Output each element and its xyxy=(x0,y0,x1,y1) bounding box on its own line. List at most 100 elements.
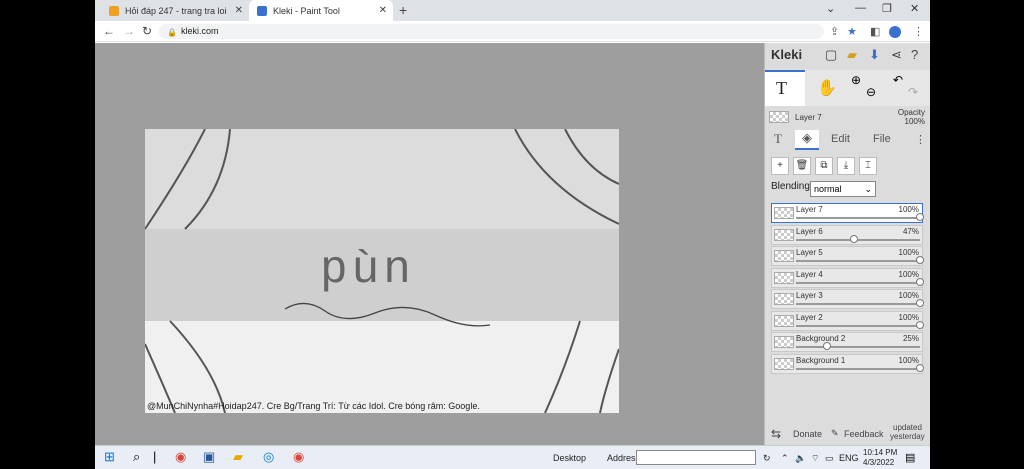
clock-date[interactable]: 4/3/2022 xyxy=(863,458,894,467)
bookmark-star-icon[interactable]: ★ xyxy=(847,25,857,38)
layer-row[interactable]: Background 2 25% xyxy=(771,332,923,352)
text-tool-button[interactable]: T xyxy=(765,70,805,106)
opacity-slider-knob[interactable] xyxy=(823,342,831,350)
tool-row: T ✋ ⊕ ⊖ ↶ ↷ xyxy=(765,70,930,106)
task-view-icon[interactable]: | xyxy=(153,449,156,464)
battery-icon[interactable]: ▭ xyxy=(825,453,834,464)
search-icon[interactable]: ⌕ xyxy=(133,449,140,465)
artboard[interactable]: pùn @MunChiNynha#Hoidap247. Cre Bg/Trang… xyxy=(145,129,619,413)
volume-icon[interactable]: 🔈 xyxy=(795,453,806,464)
clock-time[interactable]: 10:14 PM xyxy=(863,448,897,457)
forward-icon[interactable]: → xyxy=(123,24,135,38)
desktop-toolbar[interactable]: Desktop xyxy=(553,453,586,463)
hoidap-favicon-icon xyxy=(109,5,119,16)
layer-row[interactable]: Layer 6 47% xyxy=(771,224,923,245)
opacity-slider-knob[interactable] xyxy=(916,363,924,372)
hand-tool-icon[interactable]: ✋ xyxy=(817,78,837,98)
open-folder-icon[interactable]: ▰ xyxy=(847,47,857,63)
opacity-slider-knob[interactable] xyxy=(916,299,924,307)
layer-opacity-slider[interactable] xyxy=(796,260,920,262)
tab-title: Kleki - Paint Tool xyxy=(273,5,340,16)
layers-tab-icon[interactable]: ◈ xyxy=(795,130,819,150)
credit-text: @MunChiNynha#Hoidap247. Cre Bg/Trang Trí… xyxy=(147,401,480,411)
layer-opacity-slider[interactable] xyxy=(796,303,920,305)
chevron-up-icon[interactable]: ⌃ xyxy=(781,453,789,464)
opacity-slider-knob[interactable] xyxy=(916,320,924,329)
layer-opacity-slider[interactable] xyxy=(796,367,920,370)
tab-file[interactable]: File xyxy=(873,133,891,145)
windows-start-icon[interactable]: ⊞ xyxy=(104,449,115,465)
chevron-down-icon[interactable]: ⌄ xyxy=(826,2,835,15)
layer-name: Background 1 xyxy=(796,355,846,365)
current-layer-row: Layer 7 Opacity 100% xyxy=(765,107,930,127)
store-icon[interactable]: ▣ xyxy=(203,449,215,465)
layer-opacity-slider[interactable] xyxy=(796,217,920,219)
tab-kleki[interactable]: Kleki - Paint Tool ✕ xyxy=(249,0,393,21)
network-icon[interactable]: ⌔ xyxy=(811,453,819,464)
notifications-icon[interactable]: ▤ xyxy=(905,451,915,464)
add-layer-icon[interactable]: + xyxy=(771,157,789,175)
layer-opacity: 100% xyxy=(898,205,919,214)
close-tab-icon[interactable]: ✕ xyxy=(235,5,243,16)
new-tab-icon[interactable]: + xyxy=(399,2,407,18)
layer-opacity-slider[interactable] xyxy=(796,346,920,348)
opacity-slider-knob[interactable] xyxy=(850,234,859,243)
tab-edit[interactable]: Edit xyxy=(831,133,850,145)
tab-brush-text-icon[interactable]: T xyxy=(774,131,782,147)
url-field[interactable]: 🔒 kleki.com xyxy=(159,24,824,39)
share-icon[interactable]: ⇪ xyxy=(830,25,839,38)
duplicate-layer-icon[interactable]: ⧉ xyxy=(815,157,833,175)
chrome-active-icon[interactable]: ◉ xyxy=(293,449,304,465)
blending-select[interactable]: normal ⌄ xyxy=(810,181,876,197)
layer-row[interactable]: Layer 2 100% xyxy=(771,310,924,331)
layer-thumbnail xyxy=(774,228,794,241)
share-icon[interactable]: ⋖ xyxy=(891,47,902,63)
opacity-slider-knob[interactable] xyxy=(916,256,924,264)
layer-opacity: 100% xyxy=(898,269,919,279)
zoom-out-icon[interactable]: ⊖ xyxy=(866,85,876,99)
blending-value: normal xyxy=(814,184,842,194)
more-icon[interactable]: ⋮ xyxy=(915,133,926,146)
zoom-in-icon[interactable]: ⊕ xyxy=(851,73,861,87)
merge-layer-icon[interactable]: ⤓ xyxy=(837,157,855,175)
layer-row[interactable]: Layer 7 100% xyxy=(771,203,924,223)
donate-link[interactable]: Donate xyxy=(793,429,822,439)
chrome-icon[interactable]: ◉ xyxy=(175,449,186,465)
layer-row[interactable]: Layer 3 100% xyxy=(771,289,924,309)
layer-opacity-slider[interactable] xyxy=(796,281,920,284)
minimize-icon[interactable]: — xyxy=(855,2,866,14)
kleki-logo: Kleki xyxy=(771,47,803,62)
profile-avatar[interactable] xyxy=(889,26,901,38)
rename-layer-icon[interactable]: ⌶ xyxy=(859,157,877,175)
go-icon[interactable]: ↻ xyxy=(763,453,771,464)
language-indicator[interactable]: ENG xyxy=(839,453,859,463)
close-window-icon[interactable]: ✕ xyxy=(910,2,919,15)
layer-row[interactable]: Layer 5 100% xyxy=(771,246,924,266)
layer-row[interactable]: Background 1 100% xyxy=(771,353,924,374)
reload-icon[interactable]: ↻ xyxy=(142,24,152,38)
close-tab-icon[interactable]: ✕ xyxy=(379,5,387,16)
sidebar-icon[interactable]: ◧ xyxy=(870,25,880,38)
file-explorer-icon[interactable]: ▰ xyxy=(233,449,243,465)
updated-label: updated xyxy=(893,423,922,432)
redo-icon[interactable]: ↷ xyxy=(908,85,918,99)
canvas-area[interactable]: pùn @MunChiNynha#Hoidap247. Cre Bg/Trang… xyxy=(95,43,764,445)
opacity-slider-knob[interactable] xyxy=(916,213,924,221)
undo-icon[interactable]: ↶ xyxy=(893,73,903,87)
layer-opacity-slider[interactable] xyxy=(796,324,920,327)
address-toolbar-input[interactable] xyxy=(636,450,756,465)
delete-layer-icon[interactable]: 🗑 xyxy=(793,157,811,175)
menu-icon[interactable]: ⋮ xyxy=(913,25,924,38)
back-icon[interactable]: ← xyxy=(103,24,115,38)
swap-icon[interactable]: ⇆ xyxy=(771,427,781,441)
download-icon[interactable]: ⬇ xyxy=(869,47,880,63)
new-image-icon[interactable]: ▢ xyxy=(825,47,837,63)
edge-icon[interactable]: ◎ xyxy=(263,449,274,465)
tab-hoidap[interactable]: Hỏi đáp 247 - trang tra loi ✕ xyxy=(101,0,249,21)
restore-icon[interactable]: ❐ xyxy=(882,2,892,15)
opacity-slider-knob[interactable] xyxy=(916,277,924,286)
help-icon[interactable]: ? xyxy=(911,47,918,62)
layer-name: Background 2 xyxy=(796,334,846,343)
layer-row[interactable]: Layer 4 100% xyxy=(771,267,924,288)
feedback-link[interactable]: Feedback xyxy=(844,429,884,439)
